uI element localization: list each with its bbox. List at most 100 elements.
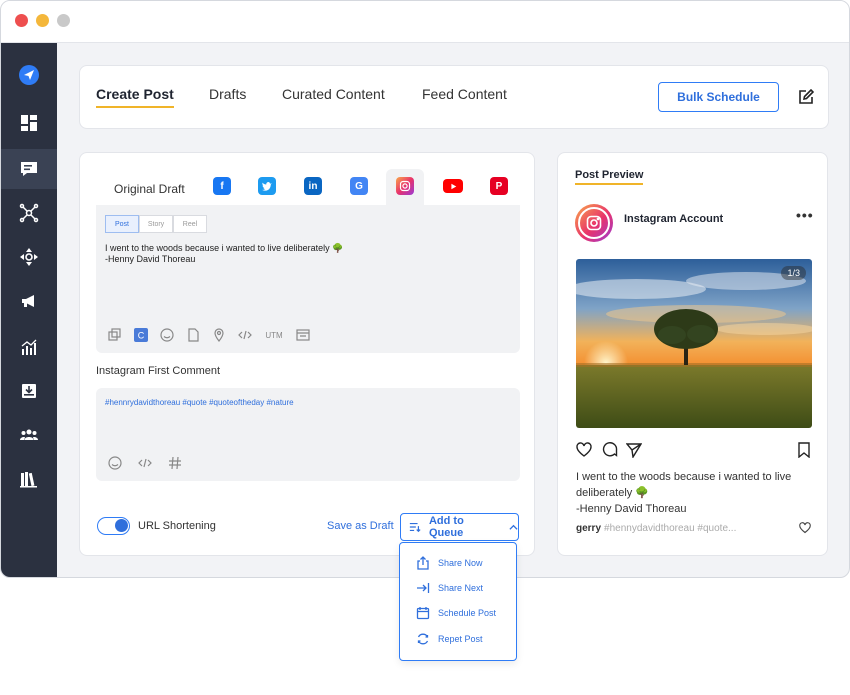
- network-icon: [19, 203, 39, 223]
- sidebar-item-campaigns[interactable]: [1, 281, 57, 321]
- chat-icon: [21, 162, 37, 176]
- menu-item-share-now[interactable]: Share Now: [416, 555, 483, 571]
- gif-icon[interactable]: [186, 328, 200, 342]
- comment-icon[interactable]: [602, 442, 618, 458]
- title-bar: [1, 1, 849, 43]
- repeat-icon: [417, 633, 429, 645]
- share-icon[interactable]: [626, 442, 642, 458]
- tab-drafts[interactable]: Drafts: [209, 86, 246, 102]
- post-text[interactable]: I went to the woods because i wanted to …: [105, 243, 343, 265]
- url-shortening-label: URL Shortening: [138, 520, 216, 532]
- location-icon[interactable]: [212, 328, 226, 342]
- save-as-draft-link[interactable]: Save as Draft: [327, 520, 394, 532]
- menu-item-share-next[interactable]: Share Next: [416, 580, 483, 596]
- minimize-window-button[interactable]: [36, 14, 49, 27]
- facebook-icon[interactable]: f: [213, 177, 231, 195]
- menu-item-repet-post[interactable]: Repet Post: [416, 631, 483, 647]
- avatar: [575, 204, 613, 242]
- queue-list-icon: [409, 522, 421, 533]
- move-icon: [20, 248, 38, 266]
- hashtag-icon[interactable]: [168, 456, 182, 470]
- post-type-story[interactable]: Story: [139, 215, 173, 233]
- instagram-icon[interactable]: [396, 177, 414, 195]
- linkedin-icon[interactable]: in: [304, 177, 322, 195]
- more-options-icon[interactable]: •••: [796, 207, 814, 223]
- pinterest-icon[interactable]: P: [490, 177, 508, 195]
- tab-original-draft[interactable]: Original Draft: [114, 182, 185, 196]
- canva-icon[interactable]: C: [134, 328, 148, 342]
- post-actions: [576, 442, 812, 460]
- sidebar-item-library[interactable]: [1, 459, 57, 499]
- share-icon: [417, 556, 429, 570]
- network-tabs: Original Draft f in G P: [80, 169, 536, 205]
- maximize-window-button[interactable]: [57, 14, 70, 27]
- first-comment-text[interactable]: #hennrydavidthoreau #quote #quoteoftheda…: [105, 398, 294, 407]
- bird-icon: [262, 181, 272, 191]
- post-type-post[interactable]: Post: [105, 215, 139, 233]
- share-next-icon: [417, 583, 430, 593]
- first-comment-editor[interactable]: #hennrydavidthoreau #quote #quoteoftheda…: [96, 388, 520, 481]
- sidebar-item-move[interactable]: [1, 237, 57, 277]
- menu-item-label: Repet Post: [438, 634, 483, 644]
- google-business-icon[interactable]: G: [350, 177, 368, 195]
- app-window: Create Post Drafts Curated Content Feed …: [0, 0, 850, 578]
- menu-item-schedule-post[interactable]: Schedule Post: [416, 605, 496, 621]
- sidebar: [1, 43, 57, 577]
- bookmark-icon[interactable]: [796, 442, 812, 458]
- inbox-icon: [22, 384, 36, 398]
- url-shortening-toggle[interactable]: [97, 517, 130, 535]
- paper-plane-logo-icon: [19, 65, 39, 85]
- media-library-icon[interactable]: [108, 328, 122, 342]
- heart-icon[interactable]: [576, 442, 592, 458]
- svg-text:C: C: [138, 331, 145, 341]
- top-nav: Create Post Drafts Curated Content Feed …: [79, 65, 829, 129]
- play-icon: [450, 183, 456, 189]
- image-counter: 1/3: [781, 266, 806, 280]
- sidebar-item-network[interactable]: [1, 193, 57, 233]
- tab-create-post[interactable]: Create Post: [96, 86, 174, 108]
- emoji-icon[interactable]: [108, 456, 122, 470]
- youtube-icon[interactable]: [443, 179, 463, 193]
- menu-item-label: Share Now: [438, 558, 483, 568]
- post-composer: Original Draft f in G P Post Story Reel …: [79, 152, 535, 556]
- post-editor[interactable]: Post Story Reel I went to the woods beca…: [96, 205, 520, 353]
- comment-user: gerry: [576, 523, 602, 534]
- post-type-selector: Post Story Reel: [105, 215, 207, 233]
- sidebar-item-publish[interactable]: [1, 149, 57, 189]
- tab-feed-content[interactable]: Feed Content: [422, 86, 507, 102]
- edit-icon[interactable]: [798, 89, 814, 105]
- sidebar-item-analytics[interactable]: [1, 327, 57, 367]
- template-icon[interactable]: [296, 328, 310, 342]
- bulk-schedule-button[interactable]: Bulk Schedule: [658, 82, 779, 112]
- editor-toolbar: C UTM: [108, 328, 310, 342]
- sidebar-item-dashboard[interactable]: [1, 103, 57, 143]
- caption-line: I went to the woods because i wanted to …: [576, 471, 792, 499]
- twitter-icon[interactable]: [258, 177, 276, 195]
- comment-text: #hennydavidthoreau #quote...: [604, 523, 737, 534]
- first-comment-toolbar: [108, 456, 182, 470]
- utm-button[interactable]: UTM: [264, 328, 284, 342]
- sidebar-item-logo[interactable]: [1, 55, 57, 95]
- add-to-queue-button[interactable]: Add to Queue: [400, 513, 519, 541]
- post-preview-title: Post Preview: [575, 169, 644, 185]
- add-to-queue-menu: Share Now Share Next Schedule Post Repet…: [399, 542, 517, 661]
- first-comment-label: Instagram First Comment: [96, 365, 221, 377]
- tab-curated-content[interactable]: Curated Content: [282, 86, 385, 102]
- menu-item-label: Schedule Post: [438, 608, 497, 618]
- caption-author: -Henny David Thoreau: [576, 503, 687, 515]
- dashboard-icon: [21, 115, 37, 131]
- post-preview-panel: Post Preview Instagram Account ••• 1/3 I…: [557, 152, 828, 556]
- code-icon[interactable]: [138, 456, 152, 470]
- sidebar-item-inbox[interactable]: [1, 371, 57, 411]
- tree-sunset-photo: [576, 259, 812, 428]
- instagram-icon: [586, 215, 602, 231]
- emoji-icon[interactable]: [160, 328, 174, 342]
- code-icon[interactable]: [238, 328, 252, 342]
- heart-icon[interactable]: [799, 522, 811, 534]
- camera-icon: [399, 180, 411, 192]
- sidebar-item-team[interactable]: [1, 415, 57, 455]
- account-name: Instagram Account: [624, 213, 724, 225]
- chevron-up-icon: [509, 524, 518, 530]
- close-window-button[interactable]: [15, 14, 28, 27]
- post-type-reel[interactable]: Reel: [173, 215, 207, 233]
